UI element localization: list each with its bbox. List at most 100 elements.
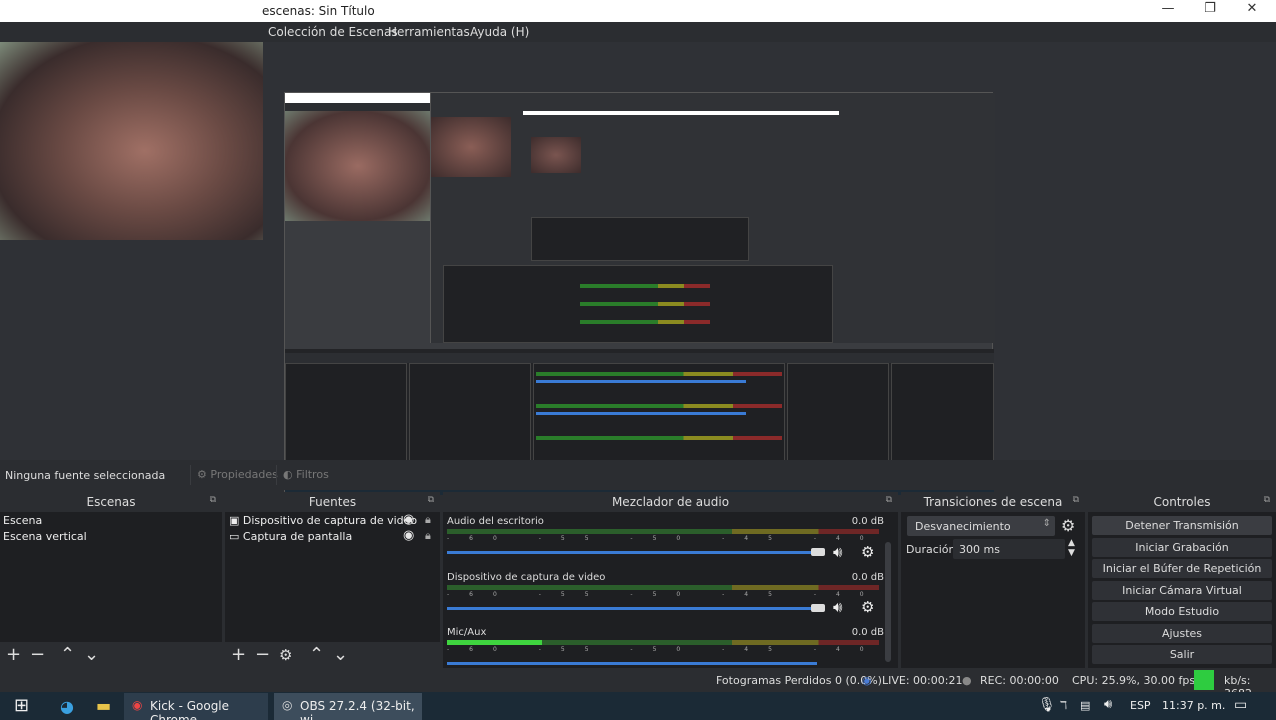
deep-webcam	[431, 117, 511, 177]
notifications-icon[interactable]: ▭	[1234, 697, 1247, 713]
duration-input[interactable]: 300 ms	[953, 539, 1065, 559]
add-icon[interactable]: +	[231, 644, 246, 665]
nested-webcam	[285, 111, 431, 221]
language-indicator[interactable]: ESP	[1130, 699, 1151, 712]
remove-icon[interactable]: −	[255, 644, 270, 665]
updown-icon: ⇕	[1042, 518, 1051, 529]
eye-icon[interactable]: ◉	[403, 512, 414, 527]
gear-icon[interactable]: ⚙	[279, 646, 292, 664]
undock-icon[interactable]: ⧉	[428, 495, 434, 505]
speaker-icon[interactable]: 🔊︎	[833, 598, 842, 616]
microphone-icon[interactable]: 🎙︎	[1038, 697, 1056, 713]
settings-button[interactable]: Ajustes	[1092, 624, 1272, 643]
maximize-button[interactable]: ❐	[1190, 1, 1230, 21]
volume-slider[interactable]	[447, 662, 817, 665]
taskbar-chrome-label: Kick - Google Chrome	[150, 699, 230, 720]
source-toolbar: Ninguna fuente seleccionada ⚙ Propiedade…	[0, 460, 1276, 490]
lock-icon[interactable]: 🔒︎	[425, 529, 431, 543]
studio-mode-button[interactable]: Modo Estudio	[1092, 602, 1272, 621]
volume-slider[interactable]	[447, 551, 817, 554]
duration-value: 300 ms	[959, 543, 1000, 556]
minimize-button[interactable]: —	[1148, 1, 1188, 21]
scene-item[interactable]: Escena	[3, 514, 42, 527]
properties-button[interactable]: ⚙ Propiedades	[190, 465, 284, 485]
controls-header: Controles ⧉	[1088, 492, 1276, 512]
scenes-header: Escenas ⧉	[0, 492, 222, 512]
start-recording-button[interactable]: Iniciar Grabación	[1092, 538, 1272, 557]
stepper-icon[interactable]: ▲ ▼	[1068, 538, 1075, 558]
network-icon[interactable]: ▤	[1080, 699, 1090, 712]
slider-handle[interactable]	[811, 604, 825, 612]
sources-dock: Fuentes ⧉ ▣ Dispositivo de captura de vi…	[225, 492, 440, 668]
lock-icon[interactable]: 🔒︎	[425, 513, 431, 527]
taskbar-obs[interactable]: ◎ OBS 27.2.4 (32-bit, wi...	[274, 693, 422, 720]
add-icon[interactable]: +	[6, 644, 21, 665]
gear-icon[interactable]: ⚙	[861, 598, 874, 616]
transition-selected-label: Desvanecimiento	[915, 520, 1011, 533]
track-name: Audio del escritorio	[447, 516, 544, 527]
sources-toolbar: + − ⚙ ⌃ ⌄	[225, 642, 440, 668]
transitions-title: Transiciones de escena	[923, 495, 1063, 509]
live-icon: ◉	[862, 674, 872, 687]
undock-icon[interactable]: ⧉	[886, 495, 892, 505]
move-up-icon[interactable]: ⌃	[60, 644, 75, 665]
undock-icon[interactable]: ⧉	[210, 495, 216, 505]
speaker-icon[interactable]: 🔊︎	[833, 543, 842, 561]
move-down-icon[interactable]: ⌄	[84, 644, 99, 665]
taskbar-chrome[interactable]: ◉ Kick - Google Chrome	[124, 693, 268, 720]
volume-icon[interactable]: 🔊︎	[1104, 697, 1112, 712]
meter-ticks: -60 -55 -50 -45 -40 -35 -30 -25 -20 -15 …	[447, 535, 879, 542]
gear-icon[interactable]: ⚙	[1061, 516, 1075, 535]
slider-handle[interactable]	[811, 548, 825, 556]
source-label: Captura de pantalla	[242, 530, 353, 543]
filters-button[interactable]: ◐ Filtros	[276, 465, 335, 485]
source-label: Dispositivo de captura de video	[242, 514, 418, 527]
exit-button[interactable]: Salir	[1092, 645, 1272, 664]
close-button[interactable]: ✕	[1232, 1, 1272, 21]
mixer-header: Mezclador de audio ⧉	[443, 492, 898, 512]
source-item[interactable]: ▣ Dispositivo de captura de video	[229, 514, 417, 527]
scene-item[interactable]: Escena vertical	[3, 530, 87, 543]
preview-canvas[interactable]: ➤	[0, 42, 1276, 525]
clock[interactable]: 11:37 p. m.	[1162, 699, 1225, 712]
undock-icon[interactable]: ⧉	[1264, 495, 1270, 505]
folder-icon[interactable]: ▬	[96, 696, 111, 715]
start-virtual-camera-button[interactable]: Iniciar Cámara Virtual	[1092, 581, 1272, 600]
windows-taskbar: ⊞ ◕ ▬ ◉ Kick - Google Chrome ◎ OBS 27.2.…	[0, 692, 1276, 720]
move-down-icon[interactable]: ⌄	[333, 644, 348, 665]
menu-scene-collection[interactable]: Colección de Escenas	[268, 25, 398, 39]
transition-select[interactable]: Desvanecimiento ⇕	[907, 516, 1055, 536]
track-db: 0.0 dB	[851, 516, 884, 527]
edge-icon[interactable]: ◕	[60, 697, 74, 716]
duration-label: Duración	[906, 543, 956, 556]
transitions-header: Transiciones de escena ⧉	[901, 492, 1085, 512]
scenes-title: Escenas	[86, 495, 136, 509]
properties-label: Propiedades	[210, 468, 278, 481]
scenes-dock: Escenas ⧉ Escena Escena vertical + − ⌃ ⌄	[0, 492, 222, 668]
menu-help[interactable]: Ayuda (H)	[470, 25, 529, 39]
windows-start-icon[interactable]: ⊞	[14, 695, 29, 716]
live-time: LIVE: 00:00:21	[882, 674, 963, 687]
track-db: 0.0 dB	[851, 572, 884, 583]
filter-icon: ◐	[283, 468, 293, 481]
remove-icon[interactable]: −	[30, 644, 45, 665]
controls-dock: Controles ⧉ Detener Transmisión Iniciar …	[1088, 492, 1276, 668]
status-bar: Fotogramas Perdidos 0 (0.0%) ◉ LIVE: 00:…	[0, 668, 1276, 700]
input-method-icon[interactable]: ℸ	[1060, 699, 1067, 712]
move-up-icon[interactable]: ⌃	[309, 644, 324, 665]
eye-icon[interactable]: ◉	[403, 528, 414, 543]
menu-tools[interactable]: Herramientas	[388, 25, 470, 39]
source-item[interactable]: ▭ Captura de pantalla	[229, 530, 352, 543]
nested-screen-capture	[284, 92, 995, 495]
gear-icon: ⚙	[197, 468, 207, 481]
volume-meter	[447, 585, 879, 590]
window-title: escenas: Sin Título	[262, 4, 375, 18]
volume-slider[interactable]	[447, 607, 817, 610]
undock-icon[interactable]: ⧉	[1073, 495, 1079, 505]
monitor-icon: ▭	[229, 530, 240, 543]
start-replay-buffer-button[interactable]: Iniciar el Búfer de Repetición	[1092, 559, 1272, 578]
gear-icon[interactable]: ⚙	[861, 543, 874, 561]
stop-streaming-button[interactable]: Detener Transmisión	[1092, 516, 1272, 535]
mixer-scrollbar[interactable]	[885, 542, 891, 662]
chrome-icon: ◉	[132, 698, 143, 712]
